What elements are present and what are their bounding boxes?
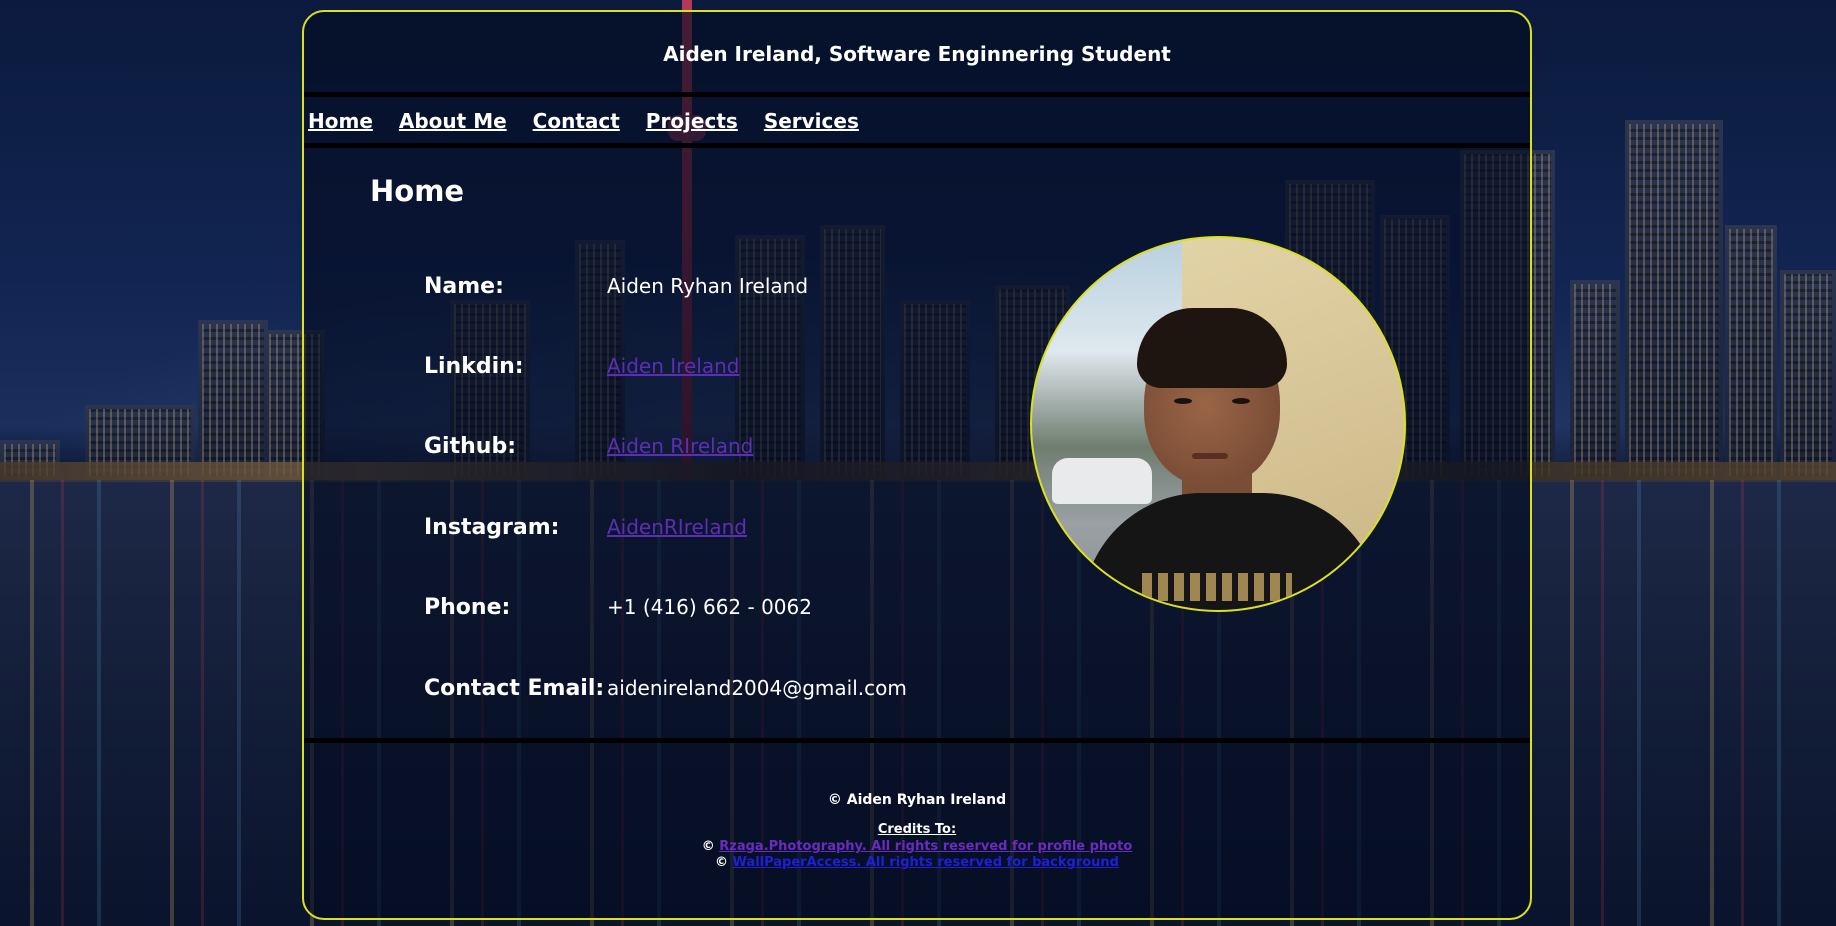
building (1725, 225, 1777, 480)
nav-about-me-link[interactable]: About Me (399, 109, 507, 133)
footer: © Aiden Ryhan Ireland Credits To: © Rzag… (304, 792, 1530, 871)
credit1-prefix: © (701, 839, 720, 854)
building (1570, 280, 1620, 480)
footer-copyright: © Aiden Ryhan Ireland (827, 792, 1007, 808)
credit-line-background: © WallPaperAccess. All rights reserved f… (304, 855, 1530, 871)
nav-services-link[interactable]: Services (764, 109, 859, 133)
nav-home-link[interactable]: Home (308, 109, 373, 133)
nav-divider (304, 143, 1530, 148)
main-nav: Home About Me Contact Projects Services (308, 109, 859, 133)
header-divider (304, 92, 1530, 97)
instagram-label: Instagram: (424, 515, 560, 540)
site-title: Aiden Ireland, Software Enginnering Stud… (663, 42, 1171, 66)
instagram-link[interactable]: AidenRIreland (607, 515, 747, 539)
background-credit-link[interactable]: WallPaperAccess. All rights reserved for… (733, 855, 1119, 870)
profile-photo-credit-link[interactable]: Rzaga.Photography. All rights reserved f… (719, 839, 1132, 854)
name-value: Aiden Ryhan Ireland (607, 274, 809, 298)
nav-contact-link[interactable]: Contact (533, 109, 620, 133)
info-row-instagram: Instagram: AidenRIreland (424, 515, 747, 540)
info-row-github: Github: Aiden RIreland (424, 434, 753, 459)
info-row-name: Name: Aiden Ryhan Ireland (424, 274, 808, 299)
building (1780, 270, 1836, 480)
credit2-prefix: © (715, 855, 733, 870)
phone-value: +1 (416) 662 - 0062 (607, 595, 812, 619)
linkedin-label: Linkdin: (424, 354, 524, 379)
email-label: Contact Email: (424, 676, 605, 701)
credit-line-photo: © Rzaga.Photography. All rights reserved… (304, 839, 1530, 855)
email-value: aidenireland2004@gmail.com (607, 676, 907, 700)
info-row-phone: Phone: +1 (416) 662 - 0062 (424, 595, 812, 620)
name-label: Name: (424, 274, 504, 299)
github-link[interactable]: Aiden RIreland (607, 434, 753, 458)
main-panel: Aiden Ireland, Software Enginnering Stud… (302, 10, 1532, 920)
info-row-linkedin: Linkdin: Aiden Ireland (424, 354, 739, 379)
linkedin-link[interactable]: Aiden Ireland (607, 354, 739, 378)
nav-projects-link[interactable]: Projects (646, 109, 738, 133)
github-label: Github: (424, 434, 516, 459)
building (198, 320, 268, 480)
page-heading: Home (370, 174, 465, 208)
credits-title: Credits To: (877, 822, 957, 837)
profile-photo (1030, 236, 1406, 612)
phone-label: Phone: (424, 595, 511, 620)
info-row-email: Contact Email: aidenireland2004@gmail.co… (424, 676, 907, 701)
building (1625, 120, 1723, 480)
footer-divider (304, 738, 1530, 743)
